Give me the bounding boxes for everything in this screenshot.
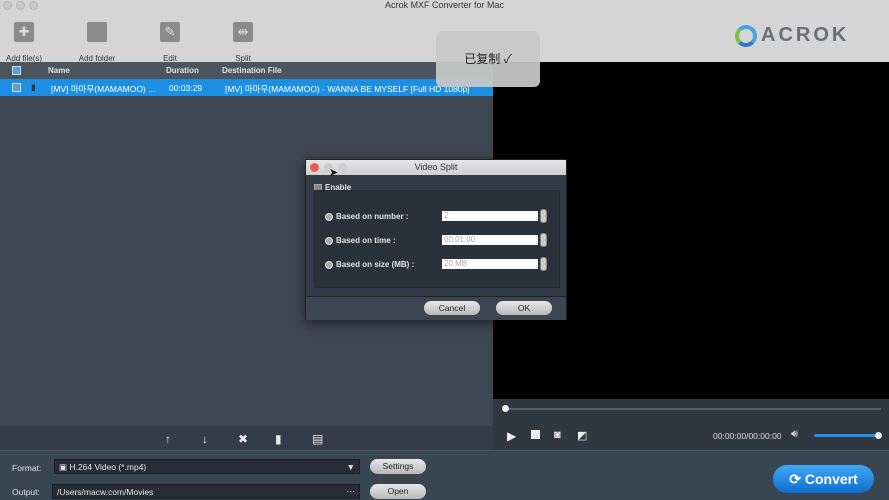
refresh-icon: ⟳	[789, 471, 805, 487]
radio-size[interactable]: Based on size (MB) :	[325, 260, 414, 269]
dialog-zoom-button[interactable]	[338, 163, 347, 172]
stop-icon[interactable]	[531, 430, 540, 439]
acrok-logo: ACROK	[735, 24, 849, 47]
radio-icon	[325, 236, 333, 245]
mouse-cursor-icon: ➤	[329, 167, 339, 179]
video-format-icon: ▣	[59, 462, 70, 472]
dialog-title: Video Split	[414, 162, 458, 172]
toast-text: 已复制	[464, 52, 501, 66]
remove-icon[interactable]: ✖	[238, 432, 248, 446]
header-destination[interactable]: Destination File	[222, 66, 282, 75]
time-input[interactable]: 00:01:00	[442, 235, 538, 245]
dialog-footer: Cancel OK	[306, 296, 566, 320]
add-folder-button[interactable]: Add folder	[67, 20, 127, 63]
time-readout: 00:00:00/00:00:00	[713, 431, 782, 441]
time-stepper[interactable]	[540, 233, 547, 247]
number-input[interactable]: 2	[442, 211, 538, 221]
output-value: /Users/macw.com/Movies	[57, 487, 154, 497]
row-destination: [MV] 마마무(MAMAMOO) - WANNA BE MYSELF [Ful…	[225, 84, 470, 94]
row-checkbox[interactable]	[12, 83, 21, 92]
volume-slider[interactable]	[814, 434, 880, 437]
film-icon: ▮	[31, 82, 36, 92]
option-label: Based on time :	[336, 236, 396, 245]
edit-icon: ✎	[160, 22, 180, 42]
player-controls: ▶ ◙ ◩ 00:00:00/00:00:00 🔊︎	[493, 399, 889, 450]
volume-icon[interactable]: 🔊︎	[791, 428, 798, 441]
cancel-button[interactable]: Cancel	[424, 301, 480, 315]
seek-bar[interactable]	[503, 408, 881, 410]
comment-icon[interactable]: ▤	[312, 432, 323, 446]
split-options: Based on number : 2 Based on time : 00:0…	[314, 190, 560, 288]
bottom-bar: Format: ▣ H.264 Video (*.mp4) ▼ Settings …	[0, 450, 889, 500]
convert-label: Convert	[804, 471, 858, 487]
add-files-button[interactable]: ✚ Add file(s)	[0, 20, 54, 63]
trash-icon[interactable]: ▮	[275, 432, 282, 446]
size-input[interactable]: 20 MB	[442, 259, 538, 269]
number-stepper[interactable]	[540, 209, 547, 223]
split-icon: ⇹	[233, 22, 253, 42]
camera-icon[interactable]: ◙	[554, 429, 561, 441]
table-row[interactable]: ▮ [MV] 마마무(MAMAMOO) ... 00:03:29 [MV] 마마…	[0, 79, 493, 96]
move-down-icon[interactable]: ↓	[202, 432, 208, 446]
output-label: Output:	[12, 487, 40, 497]
copied-toast: 已复制 ✓	[436, 31, 540, 87]
film-add-icon: ✚	[14, 22, 34, 42]
header-duration[interactable]: Duration	[166, 66, 199, 75]
folder-snapshot-icon[interactable]: ◩	[577, 429, 587, 442]
radio-icon	[325, 260, 333, 269]
format-value: H.264 Video (*.mp4)	[69, 462, 147, 472]
seek-handle[interactable]	[502, 405, 509, 412]
format-select[interactable]: ▣ H.264 Video (*.mp4) ▼	[54, 459, 360, 474]
browse-icon[interactable]: ···	[347, 486, 356, 496]
video-split-dialog: Video Split Enable Based on number : 2 B…	[305, 159, 567, 320]
split-button[interactable]: ⇹ Split	[213, 20, 273, 63]
format-label: Format:	[12, 463, 42, 473]
option-label: Based on number :	[336, 212, 409, 221]
table-header: Name Duration Destination File	[0, 62, 493, 79]
volume-handle[interactable]	[875, 432, 882, 439]
edit-button[interactable]: ✎ Edit	[140, 20, 200, 63]
folder-icon	[87, 22, 107, 42]
row-name: [MV] 마마무(MAMAMOO) ...	[51, 84, 156, 94]
option-label: Based on size (MB) :	[336, 260, 415, 269]
play-icon[interactable]: ▶	[507, 429, 516, 443]
window-title: Acrok MXF Converter for Mac	[384, 0, 505, 10]
logo-text: ACROK	[761, 24, 850, 46]
convert-button[interactable]: ⟳ Convert	[773, 465, 874, 493]
ok-button[interactable]: OK	[496, 301, 552, 315]
checkmark-icon: ✓	[503, 52, 512, 66]
open-button[interactable]: Open	[370, 484, 426, 499]
output-field[interactable]: /Users/macw.com/Movies ···	[52, 484, 360, 499]
radio-number[interactable]: Based on number :	[325, 212, 408, 221]
chevron-down-icon: ▼	[346, 462, 355, 472]
settings-button[interactable]: Settings	[370, 459, 426, 474]
row-duration: 00:03:29	[169, 83, 203, 93]
header-name[interactable]: Name	[48, 66, 70, 75]
list-tools: ↑ ↓ ✖ ▮ ▤	[0, 426, 493, 450]
radio-time[interactable]: Based on time :	[325, 236, 396, 245]
dialog-close-button[interactable]	[310, 163, 319, 172]
select-all-checkbox[interactable]	[12, 66, 21, 75]
radio-icon	[325, 212, 333, 221]
size-stepper[interactable]	[540, 257, 547, 271]
dialog-titlebar: Video Split	[306, 160, 566, 175]
move-up-icon[interactable]: ↑	[165, 432, 171, 446]
logo-ring-icon	[735, 24, 757, 47]
